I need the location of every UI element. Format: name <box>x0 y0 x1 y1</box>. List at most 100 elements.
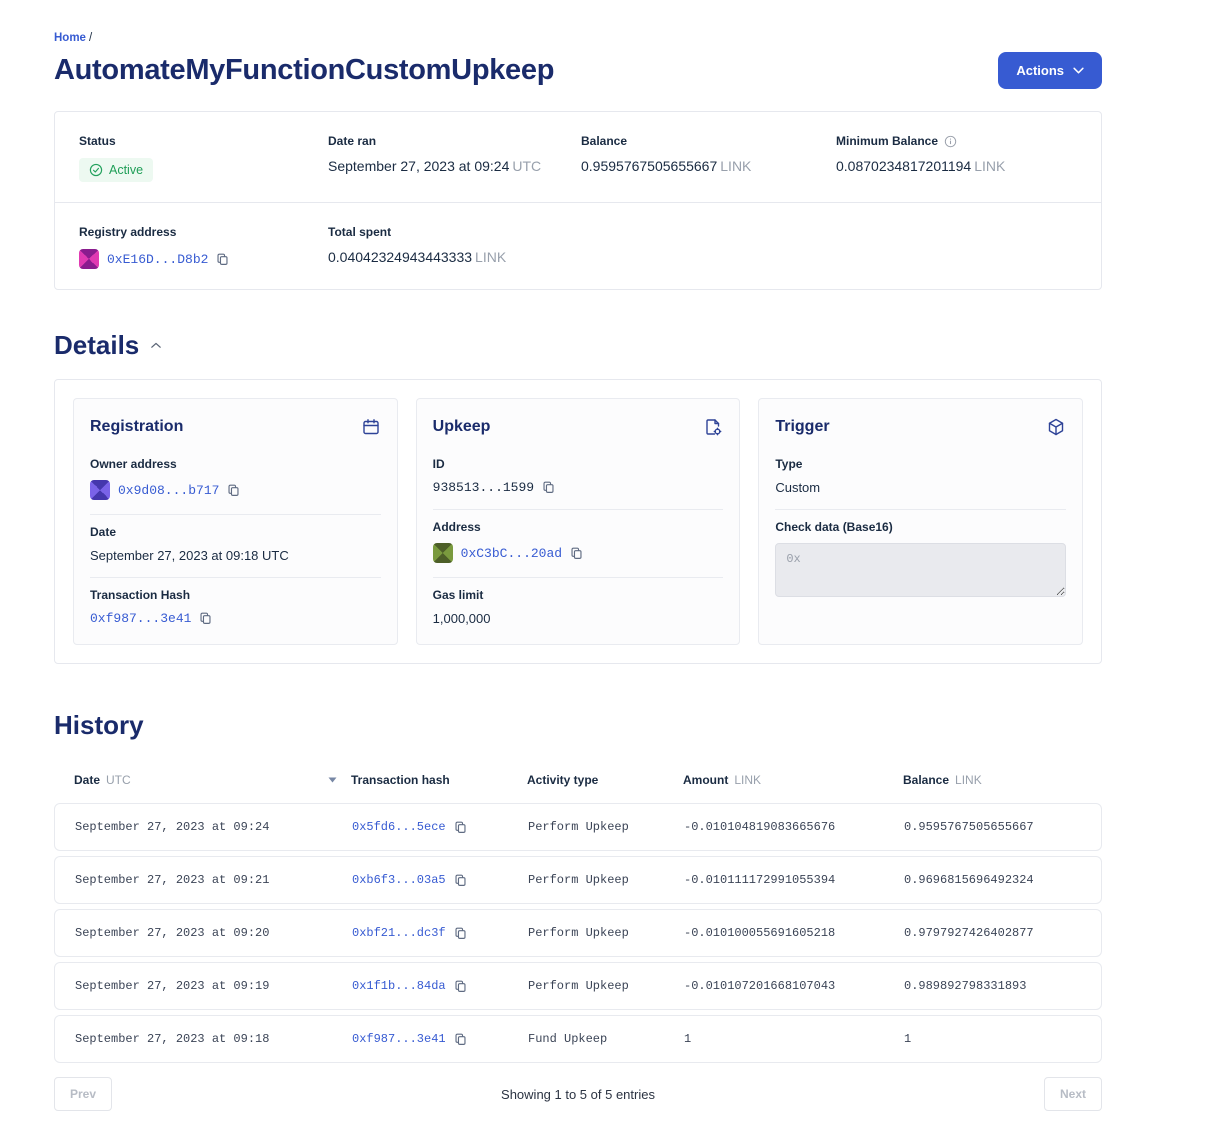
copy-icon[interactable] <box>454 927 467 940</box>
upkeep-address-link[interactable]: 0xC3bC...20ad <box>461 546 562 561</box>
table-row: September 27, 2023 at 09:24 0x5fd6...5ec… <box>54 803 1102 851</box>
breadcrumb: Home/ <box>54 32 1102 44</box>
table-header-row: Date UTC Transaction hash Activity type … <box>54 759 1102 803</box>
column-balance-unit: LINK <box>955 773 982 787</box>
min-balance-value: 0.0870234817201194 <box>836 158 971 174</box>
cell-date: September 27, 2023 at 09:18 <box>75 1032 352 1046</box>
gas-limit-value: 1,000,000 <box>433 611 724 626</box>
cell-activity: Perform Upkeep <box>528 926 684 940</box>
table-row: September 27, 2023 at 09:20 0xbf21...dc3… <box>54 909 1102 957</box>
info-icon[interactable] <box>944 135 957 148</box>
breadcrumb-home-link[interactable]: Home <box>54 32 86 44</box>
pagination-summary: Showing 1 to 5 of 5 entries <box>112 1087 1044 1102</box>
actions-button-label: Actions <box>1016 63 1064 78</box>
table-row: September 27, 2023 at 09:21 0xb6f3...03a… <box>54 856 1102 904</box>
history-table: Date UTC Transaction hash Activity type … <box>54 759 1102 1063</box>
total-spent-value: 0.04042324943443333 <box>328 249 472 265</box>
cube-icon <box>1046 417 1066 437</box>
date-ran-block: Date ran September 27, 2023 at 09:24UTC <box>328 134 581 182</box>
summary-row-bottom: Registry address 0xE16D...D8b2 Total spe… <box>55 203 1101 289</box>
upkeep-avatar <box>433 543 453 563</box>
total-spent-block: Total spent 0.04042324943443333LINK <box>328 225 581 269</box>
upkeep-id-field: ID 938513...1599 <box>433 447 724 510</box>
cell-date: September 27, 2023 at 09:20 <box>75 926 352 940</box>
owner-address-field: Owner address 0x9d08...b717 <box>90 447 381 515</box>
cell-amount: -0.010107201668107043 <box>684 979 904 993</box>
balance-block: Balance 0.9595767505655667LINK <box>581 134 836 182</box>
copy-icon[interactable] <box>199 612 212 625</box>
prev-button[interactable]: Prev <box>54 1077 112 1111</box>
cell-date: September 27, 2023 at 09:21 <box>75 873 352 887</box>
registry-avatar <box>79 249 99 269</box>
upkeep-address-field: Address 0xC3bC...20ad <box>433 510 724 578</box>
owner-address-link[interactable]: 0x9d08...b717 <box>118 483 219 498</box>
copy-icon[interactable] <box>454 980 467 993</box>
copy-icon[interactable] <box>454 874 467 887</box>
column-header-amount: AmountLINK <box>683 773 903 787</box>
registration-tx-field: Transaction Hash 0xf987...3e41 <box>90 578 381 640</box>
registration-card: Registration Owner address 0x9d08...b717… <box>73 398 398 645</box>
copy-icon[interactable] <box>570 547 583 560</box>
cell-balance: 0.9797927426402877 <box>904 926 1101 940</box>
summary-row-top: Status Active Date ran September 27, 202… <box>55 112 1101 202</box>
cell-amount: -0.010111172991055394 <box>684 873 904 887</box>
copy-icon[interactable] <box>216 253 229 266</box>
balance-label: Balance <box>581 134 836 148</box>
copy-icon[interactable] <box>542 481 555 494</box>
trigger-card: Trigger Type Custom Check data (Base16) <box>758 398 1083 645</box>
tx-hash-link[interactable]: 0xbf21...dc3f <box>352 926 446 940</box>
balance-value: 0.9595767505655667 <box>581 158 717 174</box>
column-balance-label: Balance <box>903 773 949 787</box>
sort-descending-icon[interactable] <box>328 777 337 783</box>
trigger-type-field: Type Custom <box>775 447 1066 510</box>
history-section-head: History <box>54 710 1102 741</box>
total-spent-label: Total spent <box>328 225 581 239</box>
cell-balance: 0.9595767505655667 <box>904 820 1101 834</box>
details-collapse-button[interactable] <box>149 340 163 351</box>
title-row: AutomateMyFunctionCustomUpkeep Actions <box>54 52 1102 89</box>
column-header-date: Date UTC <box>74 773 351 787</box>
registration-date-value: September 27, 2023 at 09:18 UTC <box>90 548 381 563</box>
status-block: Status Active <box>79 134 328 182</box>
copy-icon[interactable] <box>227 484 240 497</box>
pagination: Prev Showing 1 to 5 of 5 entries Next <box>54 1077 1102 1111</box>
breadcrumb-separator: / <box>89 32 92 44</box>
column-date-label: Date <box>74 773 100 787</box>
registration-tx-link[interactable]: 0xf987...3e41 <box>90 611 191 626</box>
column-header-balance: Balance LINK <box>903 773 1102 787</box>
registry-address-block: Registry address 0xE16D...D8b2 <box>79 225 328 269</box>
registry-address-link[interactable]: 0xE16D...D8b2 <box>107 252 208 267</box>
upkeep-id-label: ID <box>433 457 724 471</box>
registration-date-field: Date September 27, 2023 at 09:18 UTC <box>90 515 381 578</box>
cell-balance: 0.989892798331893 <box>904 979 1101 993</box>
owner-avatar <box>90 480 110 500</box>
details-panel: Registration Owner address 0x9d08...b717… <box>54 379 1102 664</box>
registration-tx-label: Transaction Hash <box>90 588 381 602</box>
check-data-textarea[interactable] <box>775 543 1066 597</box>
history-heading: History <box>54 710 144 741</box>
upkeep-detail-page: Home/ AutomateMyFunctionCustomUpkeep Act… <box>54 0 1102 1111</box>
trigger-card-title: Trigger <box>775 418 829 436</box>
summary-card: Status Active Date ran September 27, 202… <box>54 111 1102 290</box>
tx-hash-link[interactable]: 0x1f1b...84da <box>352 979 446 993</box>
cell-balance: 1 <box>904 1032 1101 1046</box>
column-date-unit: UTC <box>106 773 131 787</box>
check-data-field: Check data (Base16) <box>775 510 1066 616</box>
cell-activity: Perform Upkeep <box>528 873 684 887</box>
owner-address-label: Owner address <box>90 457 381 471</box>
actions-button[interactable]: Actions <box>998 52 1102 89</box>
tx-hash-link[interactable]: 0xf987...3e41 <box>352 1032 446 1046</box>
registration-card-title: Registration <box>90 418 183 436</box>
copy-icon[interactable] <box>454 1033 467 1046</box>
min-balance-block: Minimum Balance 0.0870234817201194LINK <box>836 134 1077 182</box>
tx-hash-link[interactable]: 0xb6f3...03a5 <box>352 873 446 887</box>
date-ran-value: September 27, 2023 at 09:24 <box>328 158 509 174</box>
trigger-type-value: Custom <box>775 480 1066 495</box>
column-amount-unit: LINK <box>734 773 761 787</box>
tx-hash-link[interactable]: 0x5fd6...5ece <box>352 820 446 834</box>
date-ran-label: Date ran <box>328 134 581 148</box>
file-settings-icon <box>703 417 723 437</box>
copy-icon[interactable] <box>454 821 467 834</box>
next-button[interactable]: Next <box>1044 1077 1102 1111</box>
cell-activity: Perform Upkeep <box>528 820 684 834</box>
